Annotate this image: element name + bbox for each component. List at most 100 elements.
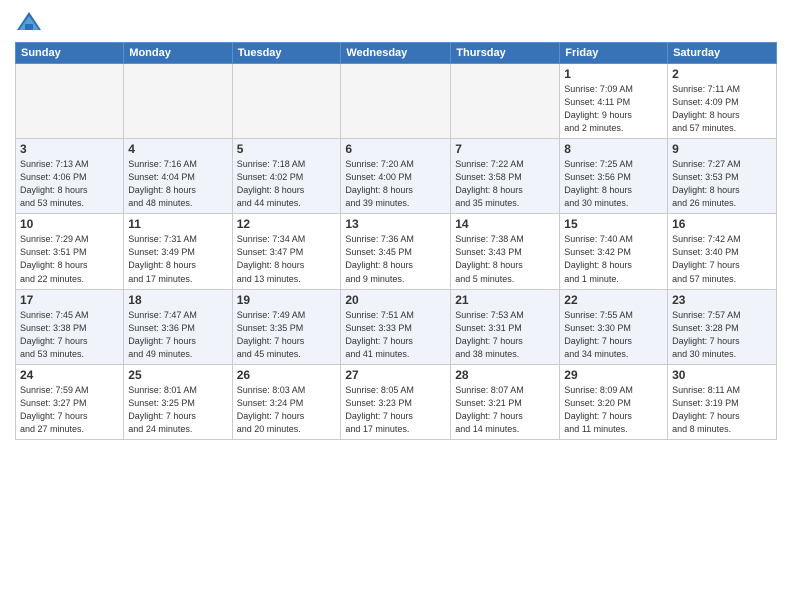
day-number: 8	[564, 142, 663, 156]
calendar-cell: 5 Sunrise: 7:18 AM Sunset: 4:02 PM Daylig…	[232, 139, 341, 214]
day-info: Sunrise: 8:05 AM Sunset: 3:23 PM Dayligh…	[345, 384, 446, 436]
calendar-cell: 17 Sunrise: 7:45 AM Sunset: 3:38 PM Dayli…	[16, 289, 124, 364]
calendar-cell: 2 Sunrise: 7:11 AM Sunset: 4:09 PM Daylig…	[668, 64, 777, 139]
day-info: Sunrise: 7:59 AM Sunset: 3:27 PM Dayligh…	[20, 384, 119, 436]
weekday-header: Friday	[560, 43, 668, 64]
day-info: Sunrise: 8:03 AM Sunset: 3:24 PM Dayligh…	[237, 384, 337, 436]
calendar-cell: 8 Sunrise: 7:25 AM Sunset: 3:56 PM Daylig…	[560, 139, 668, 214]
calendar-cell: 1Sunrise: 7:09 AM Sunset: 4:11 PM Daylig…	[560, 64, 668, 139]
day-number: 21	[455, 293, 555, 307]
day-number: 23	[672, 293, 772, 307]
day-info: Sunrise: 7:13 AM Sunset: 4:06 PM Dayligh…	[20, 158, 119, 210]
day-number: 24	[20, 368, 119, 382]
day-info: Sunrise: 7:18 AM Sunset: 4:02 PM Dayligh…	[237, 158, 337, 210]
weekday-header-row: SundayMondayTuesdayWednesdayThursdayFrid…	[16, 43, 777, 64]
day-info: Sunrise: 8:09 AM Sunset: 3:20 PM Dayligh…	[564, 384, 663, 436]
calendar-cell: 3 Sunrise: 7:13 AM Sunset: 4:06 PM Daylig…	[16, 139, 124, 214]
calendar-cell: 30 Sunrise: 8:11 AM Sunset: 3:19 PM Dayli…	[668, 364, 777, 439]
day-number: 6	[345, 142, 446, 156]
day-info: Sunrise: 7:55 AM Sunset: 3:30 PM Dayligh…	[564, 309, 663, 361]
calendar-cell: 24 Sunrise: 7:59 AM Sunset: 3:27 PM Dayli…	[16, 364, 124, 439]
day-number: 26	[237, 368, 337, 382]
day-info: Sunrise: 7:51 AM Sunset: 3:33 PM Dayligh…	[345, 309, 446, 361]
calendar-cell: 7Sunrise: 7:22 AM Sunset: 3:58 PM Daylig…	[451, 139, 560, 214]
day-info: Sunrise: 7:09 AM Sunset: 4:11 PM Dayligh…	[564, 83, 663, 135]
calendar-cell: 29 Sunrise: 8:09 AM Sunset: 3:20 PM Dayli…	[560, 364, 668, 439]
weekday-header: Monday	[124, 43, 232, 64]
day-info: Sunrise: 7:20 AM Sunset: 4:00 PM Dayligh…	[345, 158, 446, 210]
calendar-cell	[124, 64, 232, 139]
day-info: Sunrise: 8:11 AM Sunset: 3:19 PM Dayligh…	[672, 384, 772, 436]
day-number: 30	[672, 368, 772, 382]
day-number: 19	[237, 293, 337, 307]
logo	[15, 10, 47, 34]
calendar-cell: 12 Sunrise: 7:34 AM Sunset: 3:47 PM Dayli…	[232, 214, 341, 289]
day-info: Sunrise: 7:25 AM Sunset: 3:56 PM Dayligh…	[564, 158, 663, 210]
weekday-header: Thursday	[451, 43, 560, 64]
day-number: 10	[20, 217, 119, 231]
calendar-cell: 26 Sunrise: 8:03 AM Sunset: 3:24 PM Dayli…	[232, 364, 341, 439]
calendar-cell: 19 Sunrise: 7:49 AM Sunset: 3:35 PM Dayli…	[232, 289, 341, 364]
calendar-cell: 9Sunrise: 7:27 AM Sunset: 3:53 PM Daylig…	[668, 139, 777, 214]
calendar-cell: 14Sunrise: 7:38 AM Sunset: 3:43 PM Dayli…	[451, 214, 560, 289]
day-number: 5	[237, 142, 337, 156]
calendar-cell: 18Sunrise: 7:47 AM Sunset: 3:36 PM Dayli…	[124, 289, 232, 364]
calendar-cell: 6 Sunrise: 7:20 AM Sunset: 4:00 PM Daylig…	[341, 139, 451, 214]
day-info: Sunrise: 8:07 AM Sunset: 3:21 PM Dayligh…	[455, 384, 555, 436]
day-number: 28	[455, 368, 555, 382]
calendar-cell: 11Sunrise: 7:31 AM Sunset: 3:49 PM Dayli…	[124, 214, 232, 289]
day-info: Sunrise: 7:16 AM Sunset: 4:04 PM Dayligh…	[128, 158, 227, 210]
day-info: Sunrise: 7:11 AM Sunset: 4:09 PM Dayligh…	[672, 83, 772, 135]
calendar-cell: 20 Sunrise: 7:51 AM Sunset: 3:33 PM Dayli…	[341, 289, 451, 364]
calendar-cell: 13 Sunrise: 7:36 AM Sunset: 3:45 PM Dayli…	[341, 214, 451, 289]
day-number: 13	[345, 217, 446, 231]
day-number: 2	[672, 67, 772, 81]
day-info: Sunrise: 7:22 AM Sunset: 3:58 PM Dayligh…	[455, 158, 555, 210]
day-info: Sunrise: 7:34 AM Sunset: 3:47 PM Dayligh…	[237, 233, 337, 285]
weekday-header: Tuesday	[232, 43, 341, 64]
calendar-cell	[341, 64, 451, 139]
day-number: 27	[345, 368, 446, 382]
day-info: Sunrise: 7:57 AM Sunset: 3:28 PM Dayligh…	[672, 309, 772, 361]
calendar-week-row: 10 Sunrise: 7:29 AM Sunset: 3:51 PM Dayli…	[16, 214, 777, 289]
day-number: 29	[564, 368, 663, 382]
day-info: Sunrise: 7:36 AM Sunset: 3:45 PM Dayligh…	[345, 233, 446, 285]
calendar-cell: 21 Sunrise: 7:53 AM Sunset: 3:31 PM Dayli…	[451, 289, 560, 364]
calendar-cell	[232, 64, 341, 139]
calendar-cell: 28 Sunrise: 8:07 AM Sunset: 3:21 PM Dayli…	[451, 364, 560, 439]
calendar-cell: 4 Sunrise: 7:16 AM Sunset: 4:04 PM Daylig…	[124, 139, 232, 214]
day-info: Sunrise: 8:01 AM Sunset: 3:25 PM Dayligh…	[128, 384, 227, 436]
day-info: Sunrise: 7:31 AM Sunset: 3:49 PM Dayligh…	[128, 233, 227, 285]
day-number: 25	[128, 368, 227, 382]
day-info: Sunrise: 7:42 AM Sunset: 3:40 PM Dayligh…	[672, 233, 772, 285]
weekday-header: Sunday	[16, 43, 124, 64]
calendar-week-row: 24 Sunrise: 7:59 AM Sunset: 3:27 PM Dayli…	[16, 364, 777, 439]
day-info: Sunrise: 7:40 AM Sunset: 3:42 PM Dayligh…	[564, 233, 663, 285]
calendar-cell: 27 Sunrise: 8:05 AM Sunset: 3:23 PM Dayli…	[341, 364, 451, 439]
day-number: 16	[672, 217, 772, 231]
weekday-header: Saturday	[668, 43, 777, 64]
calendar-cell: 22Sunrise: 7:55 AM Sunset: 3:30 PM Dayli…	[560, 289, 668, 364]
weekday-header: Wednesday	[341, 43, 451, 64]
calendar-week-row: 1Sunrise: 7:09 AM Sunset: 4:11 PM Daylig…	[16, 64, 777, 139]
calendar-cell: 15Sunrise: 7:40 AM Sunset: 3:42 PM Dayli…	[560, 214, 668, 289]
day-number: 9	[672, 142, 772, 156]
logo-icon	[15, 10, 43, 34]
day-info: Sunrise: 7:29 AM Sunset: 3:51 PM Dayligh…	[20, 233, 119, 285]
day-number: 17	[20, 293, 119, 307]
day-number: 4	[128, 142, 227, 156]
calendar-cell: 25 Sunrise: 8:01 AM Sunset: 3:25 PM Dayli…	[124, 364, 232, 439]
calendar-week-row: 3 Sunrise: 7:13 AM Sunset: 4:06 PM Daylig…	[16, 139, 777, 214]
day-info: Sunrise: 7:53 AM Sunset: 3:31 PM Dayligh…	[455, 309, 555, 361]
calendar-week-row: 17 Sunrise: 7:45 AM Sunset: 3:38 PM Dayli…	[16, 289, 777, 364]
day-number: 3	[20, 142, 119, 156]
day-number: 12	[237, 217, 337, 231]
day-info: Sunrise: 7:45 AM Sunset: 3:38 PM Dayligh…	[20, 309, 119, 361]
day-number: 18	[128, 293, 227, 307]
calendar-cell: 23 Sunrise: 7:57 AM Sunset: 3:28 PM Dayli…	[668, 289, 777, 364]
day-number: 20	[345, 293, 446, 307]
header	[15, 10, 777, 34]
day-info: Sunrise: 7:49 AM Sunset: 3:35 PM Dayligh…	[237, 309, 337, 361]
calendar-cell	[16, 64, 124, 139]
calendar: SundayMondayTuesdayWednesdayThursdayFrid…	[15, 42, 777, 440]
